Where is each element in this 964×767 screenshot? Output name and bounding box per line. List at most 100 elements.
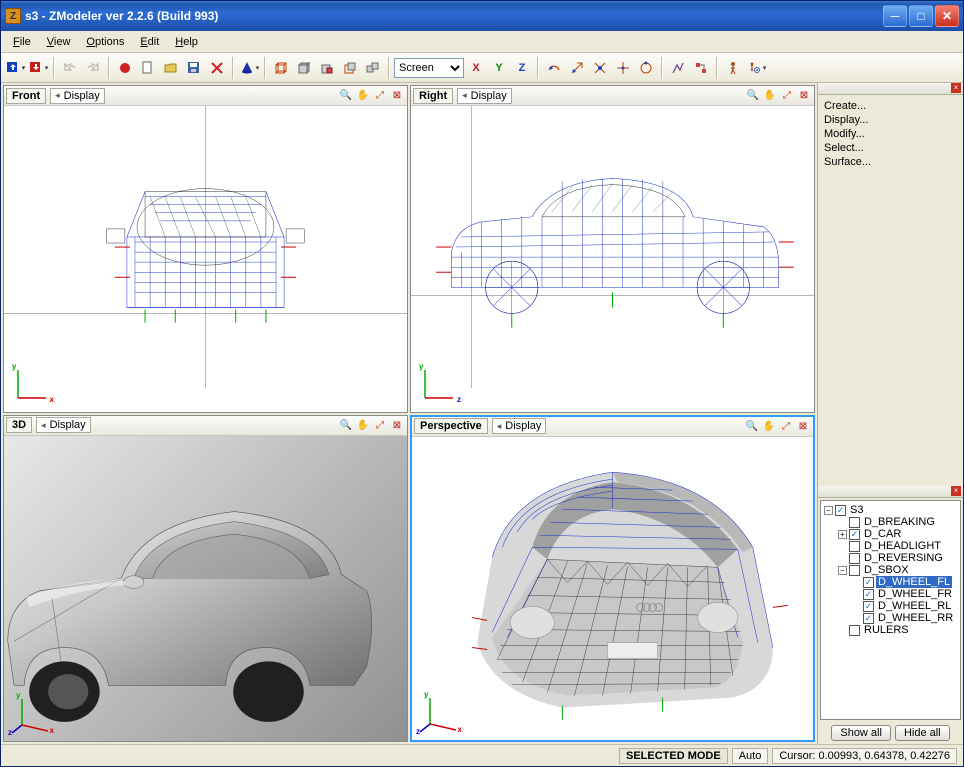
box-pair-icon[interactable] — [362, 57, 384, 79]
tree-item[interactable]: ✓D_WHEEL_RL — [824, 600, 957, 612]
fit-icon[interactable]: ⤢ — [372, 88, 388, 104]
checkbox[interactable]: ✓ — [849, 529, 860, 540]
tree-item[interactable]: ✓D_WHEEL_FR — [824, 588, 957, 600]
close-vp-icon[interactable]: ⊠ — [389, 88, 405, 104]
tree-item[interactable]: ✓D_WHEEL_FL — [824, 576, 957, 588]
tree-item[interactable]: −D_SBOX — [824, 564, 957, 576]
tree-item[interactable]: ✓D_WHEEL_RR — [824, 612, 957, 624]
tree-item[interactable]: D_HEADLIGHT — [824, 540, 957, 552]
close-vp-icon[interactable]: ⊠ — [795, 418, 811, 434]
close-vp-icon[interactable]: ⊠ — [796, 88, 812, 104]
cmd-select[interactable]: Select... — [822, 141, 959, 155]
checkbox[interactable]: ✓ — [835, 505, 846, 516]
menu-view[interactable]: View — [39, 34, 79, 50]
box-red-icon[interactable] — [316, 57, 338, 79]
viewport-perspective-label[interactable]: Perspective — [414, 418, 488, 434]
checkbox[interactable]: ✓ — [863, 601, 874, 612]
fit-icon[interactable]: ⤢ — [778, 418, 794, 434]
viewport-right-display[interactable]: ◂Display — [457, 88, 512, 104]
delete-button[interactable] — [206, 57, 228, 79]
tree-item[interactable]: D_BREAKING — [824, 516, 957, 528]
save-button[interactable] — [183, 57, 205, 79]
tool-c-icon[interactable] — [589, 57, 611, 79]
fit-icon[interactable]: ⤢ — [779, 88, 795, 104]
redo-button[interactable] — [82, 57, 104, 79]
tree-root[interactable]: − ✓ S3 — [824, 504, 957, 516]
scene-tree[interactable]: − ✓ S3 D_BREAKING+✓D_CARD_HEADLIGHTD_REV… — [820, 500, 961, 720]
menu-options[interactable]: Options — [78, 34, 132, 50]
checkbox[interactable] — [849, 517, 860, 528]
viewport-3d-canvas[interactable]: y z x — [4, 436, 407, 742]
tool-b-icon[interactable] — [566, 57, 588, 79]
checkbox[interactable]: ✓ — [863, 613, 874, 624]
pan-icon[interactable]: ✋ — [762, 88, 778, 104]
checkbox[interactable] — [849, 625, 860, 636]
cone-icon[interactable]: ▾ — [238, 57, 260, 79]
checkbox[interactable] — [849, 541, 860, 552]
figure-gear-icon[interactable]: ▾ — [745, 57, 767, 79]
tool-f-icon[interactable] — [667, 57, 689, 79]
wire-box-icon[interactable] — [270, 57, 292, 79]
viewport-perspective-canvas[interactable]: y z x — [412, 437, 813, 741]
fit-icon[interactable]: ⤢ — [372, 417, 388, 433]
tool-a-icon[interactable] — [543, 57, 565, 79]
collapse-icon[interactable]: − — [824, 506, 833, 515]
viewport-right-canvas[interactable]: y z — [411, 106, 814, 412]
axis-z-button[interactable]: Z — [511, 57, 533, 79]
tool-g-icon[interactable] — [690, 57, 712, 79]
checkbox[interactable] — [849, 565, 860, 576]
panel-close-icon[interactable]: × — [951, 83, 961, 93]
viewport-front-canvas[interactable]: y x — [4, 106, 407, 412]
axis-y-button[interactable]: Y — [488, 57, 510, 79]
wire-overlay-icon[interactable] — [339, 57, 361, 79]
pan-icon[interactable]: ✋ — [355, 417, 371, 433]
menu-edit[interactable]: Edit — [132, 34, 167, 50]
show-all-button[interactable]: Show all — [831, 725, 891, 741]
viewport-perspective-display[interactable]: ◂Display — [492, 418, 547, 434]
zoom-icon[interactable]: 🔍 — [744, 418, 760, 434]
coord-select[interactable]: Screen — [394, 58, 464, 78]
viewport-3d-label[interactable]: 3D — [6, 417, 32, 433]
pan-icon[interactable]: ✋ — [761, 418, 777, 434]
expand-icon[interactable]: + — [838, 530, 847, 539]
tool-d-icon[interactable] — [612, 57, 634, 79]
menu-help[interactable]: Help — [167, 34, 206, 50]
cmd-surface[interactable]: Surface... — [822, 155, 959, 169]
viewport-perspective: Perspective ◂Display 🔍 ✋ ⤢ ⊠ — [410, 415, 815, 743]
export-button[interactable]: ▾ — [27, 57, 49, 79]
new-button[interactable] — [137, 57, 159, 79]
cmd-create[interactable]: Create... — [822, 99, 959, 113]
close-button[interactable]: ✕ — [935, 5, 959, 27]
cmd-modify[interactable]: Modify... — [822, 127, 959, 141]
checkbox[interactable]: ✓ — [863, 577, 874, 588]
minimize-button[interactable]: ─ — [883, 5, 907, 27]
axis-x-button[interactable]: X — [465, 57, 487, 79]
expand-icon[interactable]: − — [838, 566, 847, 575]
record-button[interactable] — [114, 57, 136, 79]
menu-file[interactable]: File — [5, 34, 39, 50]
figure-icon[interactable] — [722, 57, 744, 79]
panel-close-icon[interactable]: × — [951, 486, 961, 496]
zoom-icon[interactable]: 🔍 — [745, 88, 761, 104]
checkbox[interactable] — [849, 553, 860, 564]
open-button[interactable] — [160, 57, 182, 79]
checkbox[interactable]: ✓ — [863, 589, 874, 600]
tree-item[interactable]: D_REVERSING — [824, 552, 957, 564]
viewport-3d-display[interactable]: ◂Display — [36, 417, 91, 433]
zoom-icon[interactable]: 🔍 — [338, 88, 354, 104]
zoom-icon[interactable]: 🔍 — [338, 417, 354, 433]
pan-icon[interactable]: ✋ — [355, 88, 371, 104]
viewport-front-label[interactable]: Front — [6, 88, 46, 104]
box-icon[interactable] — [293, 57, 315, 79]
viewport-front-display[interactable]: ◂Display — [50, 88, 105, 104]
import-button[interactable]: ▾ — [4, 57, 26, 79]
maximize-button[interactable]: □ — [909, 5, 933, 27]
tree-item[interactable]: +✓D_CAR — [824, 528, 957, 540]
close-vp-icon[interactable]: ⊠ — [389, 417, 405, 433]
hide-all-button[interactable]: Hide all — [895, 725, 950, 741]
viewport-right-label[interactable]: Right — [413, 88, 453, 104]
tree-item[interactable]: RULERS — [824, 624, 957, 636]
undo-button[interactable] — [59, 57, 81, 79]
tool-e-icon[interactable] — [635, 57, 657, 79]
cmd-display[interactable]: Display... — [822, 113, 959, 127]
